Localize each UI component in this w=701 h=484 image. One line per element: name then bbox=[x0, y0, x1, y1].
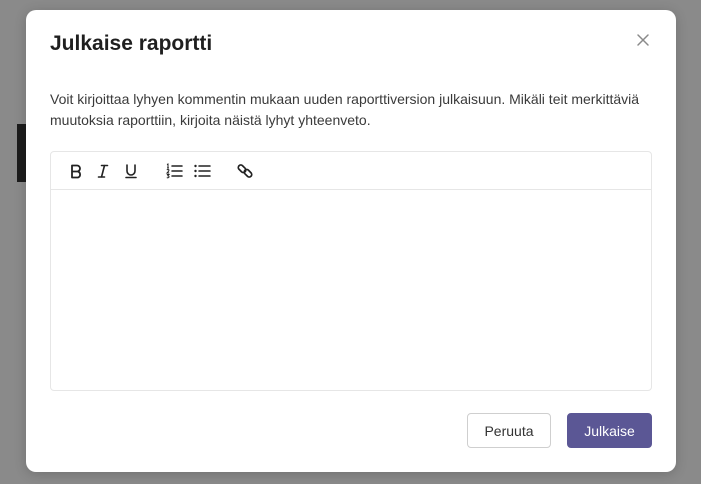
link-button[interactable] bbox=[234, 160, 256, 182]
underline-icon bbox=[125, 164, 137, 179]
editor-toolbar bbox=[51, 152, 651, 190]
bold-button[interactable] bbox=[65, 160, 87, 182]
ordered-list-button[interactable] bbox=[163, 160, 185, 182]
underline-button[interactable] bbox=[120, 160, 142, 182]
bold-icon bbox=[71, 164, 81, 179]
dialog-title: Julkaise raportti bbox=[50, 32, 213, 55]
comment-editor-field[interactable] bbox=[51, 190, 651, 390]
bullet-list-icon bbox=[194, 164, 211, 178]
publish-report-dialog: Julkaise raportti Voit kirjoittaa lyhyen… bbox=[26, 10, 676, 472]
italic-icon bbox=[97, 164, 109, 178]
ordered-list-icon bbox=[165, 163, 183, 179]
link-icon bbox=[237, 164, 253, 178]
close-button[interactable] bbox=[631, 28, 655, 52]
rich-text-editor bbox=[50, 151, 652, 391]
bullet-list-button[interactable] bbox=[191, 160, 213, 182]
italic-button[interactable] bbox=[92, 160, 114, 182]
cancel-button[interactable]: Peruuta bbox=[467, 413, 551, 448]
publish-button[interactable]: Julkaise bbox=[567, 413, 652, 448]
dialog-description: Voit kirjoittaa lyhyen kommentin mukaan … bbox=[50, 91, 640, 128]
close-icon bbox=[637, 34, 649, 46]
